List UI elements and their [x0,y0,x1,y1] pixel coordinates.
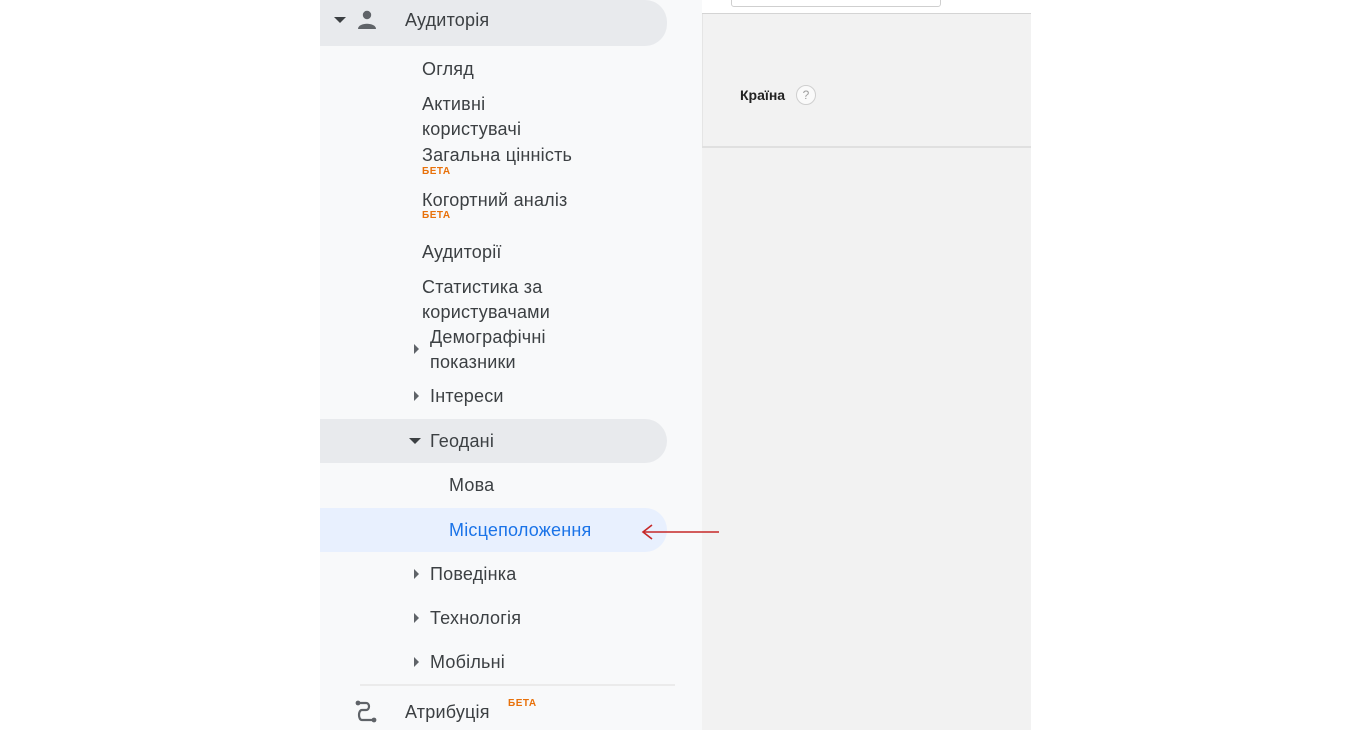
nav-item-label: Геодані [430,431,495,451]
beta-badge: БЕТА [422,166,451,177]
nav-item-label-line2: користувачі [422,119,522,139]
nav-item-interests[interactable]: Інтереси [320,384,702,412]
annotation-arrow-icon [641,524,719,540]
nav-item-behavior[interactable]: Поведінка [320,562,702,590]
expand-arrow-icon[interactable] [414,613,419,623]
nav-item-label: Місцеположення [449,520,592,540]
sidebar-nav: Аудиторія Огляд Активні користувачі Зага… [320,0,702,730]
report-panel: Країна ? [702,0,1031,730]
attribution-label: Атрибуція [405,702,490,722]
audience-label: Аудиторія [405,10,490,30]
expand-arrow-icon[interactable] [414,344,419,354]
nav-item-label: Активні [422,94,486,114]
nav-section-attribution[interactable]: Атрибуція БЕТА [320,692,702,730]
expand-arrow-icon[interactable] [414,569,419,579]
nav-item-demographics[interactable]: Демографічні показники [320,325,702,375]
nav-item-label: Загальна цінність [422,145,573,165]
toolbar-strip [702,0,1031,14]
beta-badge: БЕТА [422,210,451,221]
nav-item-label: Інтереси [430,386,504,406]
nav-item-technology[interactable]: Технологія [320,606,702,634]
nav-item-label: Аудиторії [422,242,502,262]
nav-item-label: Технологія [430,608,522,628]
nav-item-mobile[interactable]: Мобільні [320,650,702,678]
nav-item-label: Поведінка [430,564,517,584]
nav-item-cohort-analysis[interactable]: Когортний аналіз БЕТА [320,188,702,224]
nav-item-overview[interactable]: Огляд [320,57,702,85]
nav-item-label: Демографічні [430,327,546,347]
nav-item-label: Мова [449,475,495,495]
table-header: Країна ? [702,14,1031,148]
expand-arrow-icon[interactable] [414,657,419,667]
nav-item-label: Мобільні [430,652,505,672]
nav-section-audience[interactable]: Аудиторія [320,0,702,46]
search-input[interactable] [731,0,941,7]
nav-item-active-users[interactable]: Активні користувачі [320,92,702,142]
nav-item-lifetime-value[interactable]: Загальна цінність БЕТА [320,143,702,179]
person-icon [357,9,377,29]
nav-item-audiences[interactable]: Аудиторії [320,240,702,268]
sidebar-divider [360,684,675,686]
collapse-arrow-icon[interactable] [409,438,421,444]
beta-badge: БЕТА [508,698,537,709]
nav-item-language[interactable]: Мова [320,473,702,501]
nav-item-label-line2: показники [430,352,516,372]
nav-item-label: Огляд [422,59,474,79]
nav-item-label-line2: користувачами [422,302,550,322]
attribution-icon [354,700,380,724]
collapse-arrow-icon[interactable] [334,17,346,23]
dimension-label: Країна [740,87,786,103]
nav-item-geo[interactable]: Геодані [320,419,702,463]
nav-item-label: Статистика за [422,277,543,297]
nav-item-user-explorer[interactable]: Статистика за користувачами [320,275,702,325]
expand-arrow-icon[interactable] [414,391,419,401]
help-icon[interactable]: ? [796,85,816,105]
